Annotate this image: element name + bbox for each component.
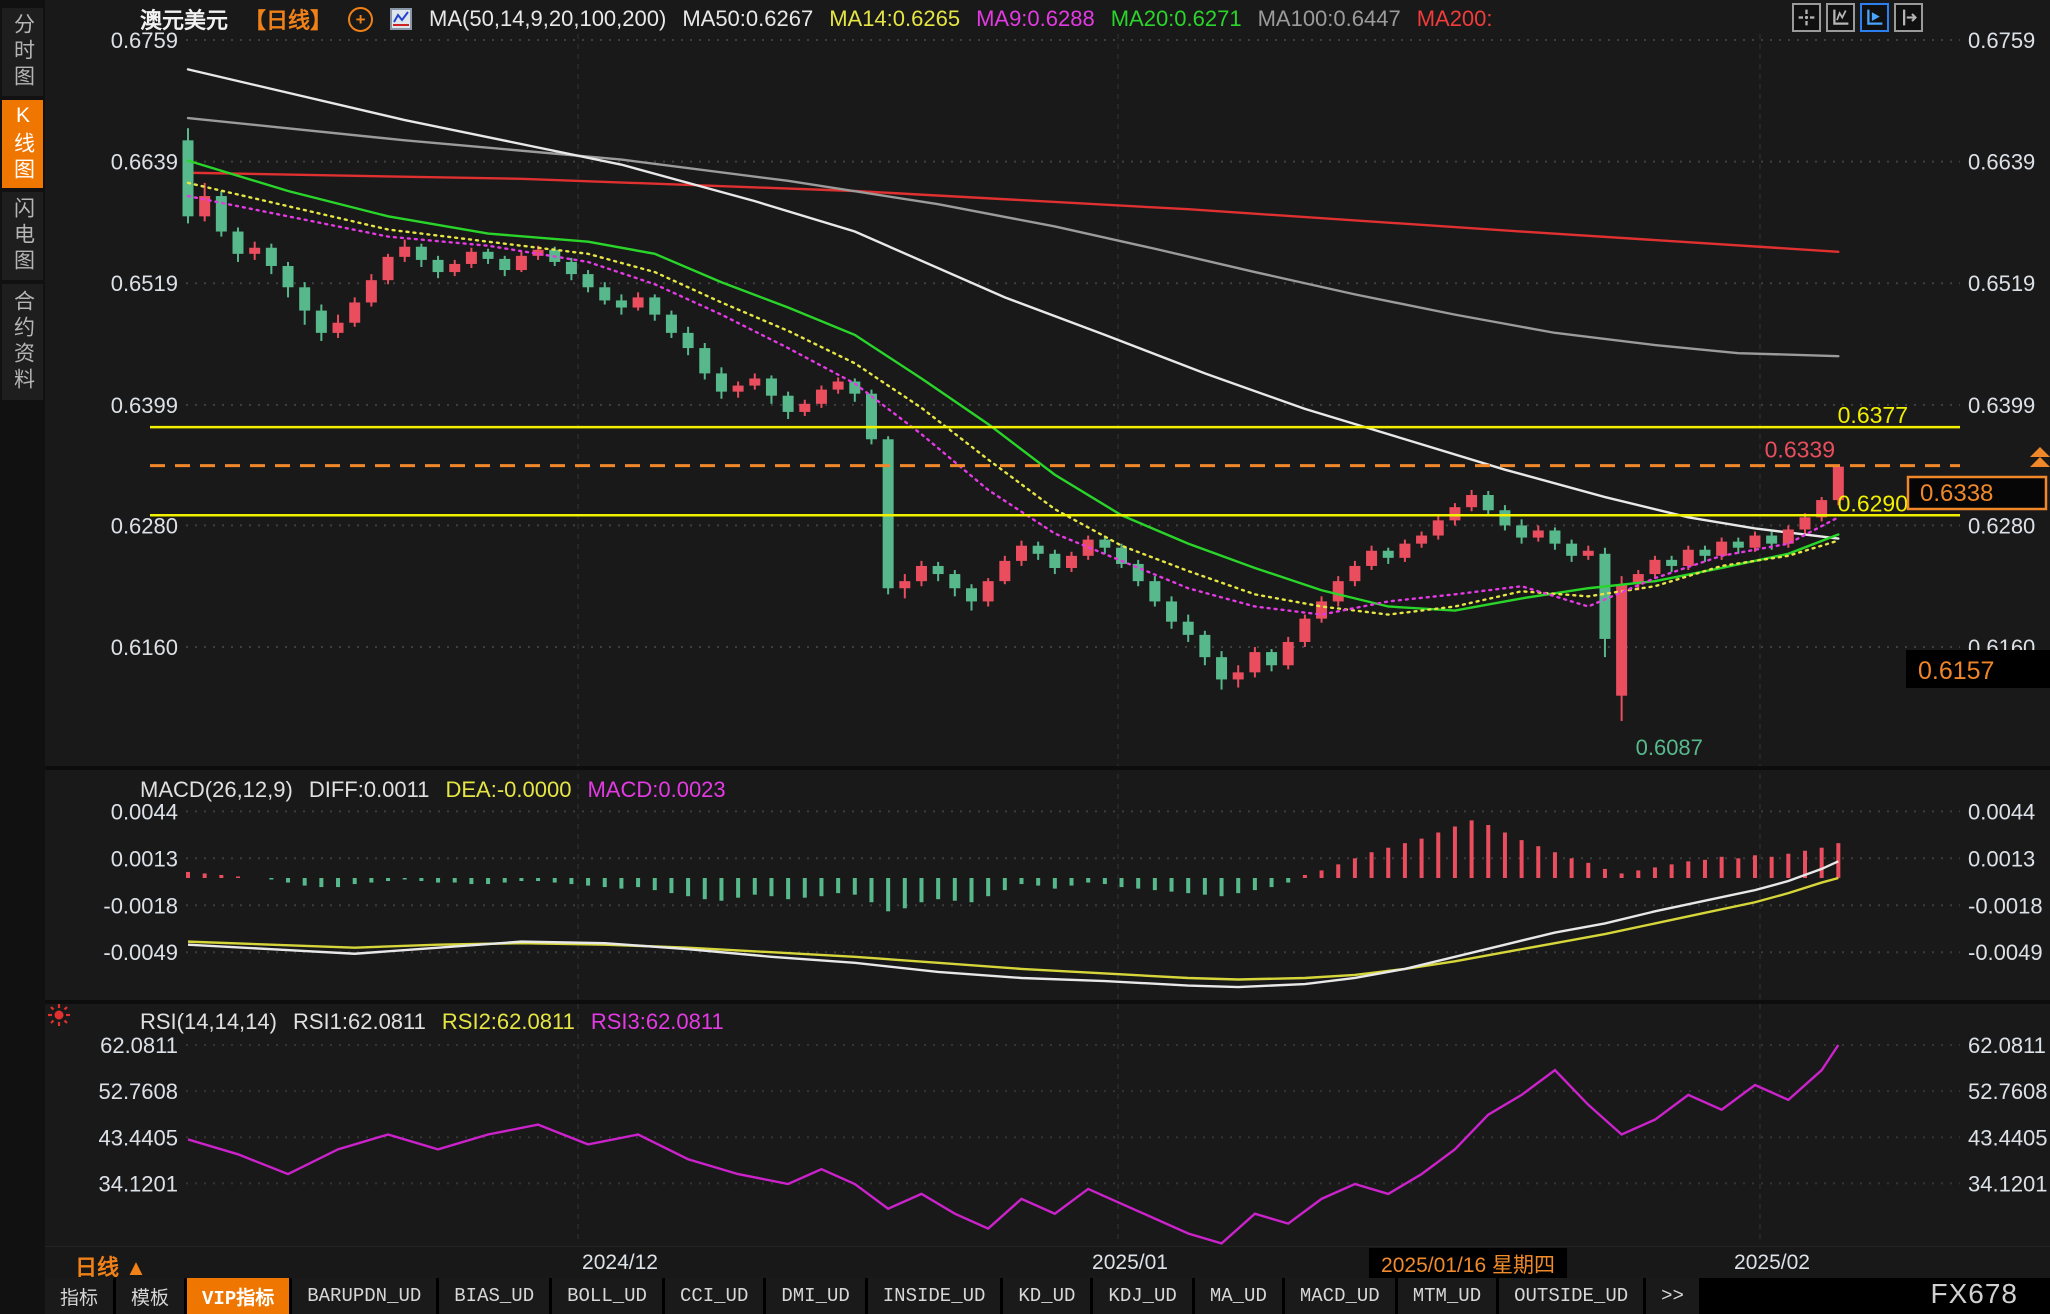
svg-text:0.6290: 0.6290	[1838, 490, 1908, 516]
tab-[interactable]: >>	[1646, 1278, 1699, 1314]
svg-text:43.4405: 43.4405	[1968, 1125, 2048, 1150]
tab-mtm_ud[interactable]: MTM_UD	[1398, 1278, 1496, 1314]
tab-bias_ud[interactable]: BIAS_UD	[439, 1278, 549, 1314]
sidebar-item-2[interactable]: K线图	[2, 100, 43, 188]
header-label: MACD:0.0023	[587, 777, 725, 803]
sidebar: 分时图K线图闪电图合约资料	[0, 0, 45, 1314]
tab-ma_ud[interactable]: MA_UD	[1195, 1278, 1282, 1314]
sidebar-item-3[interactable]: 闪电图	[2, 192, 43, 280]
crosshair-icon[interactable]	[1792, 3, 1821, 32]
svg-text:-0.0018: -0.0018	[103, 893, 178, 918]
date-label: 2024/12	[582, 1251, 658, 1275]
header-label: 澳元美元	[140, 3, 228, 35]
tab-[interactable]: 指标	[45, 1278, 113, 1314]
svg-text:0.0044: 0.0044	[1968, 799, 2035, 824]
sidebar-item-1[interactable]: 分时图	[2, 8, 43, 96]
header-label: DEA:-0.0000	[446, 777, 572, 803]
trading-app: 分时图K线图闪电图合约资料 0.67590.67590.66390.66390.…	[0, 0, 2050, 1314]
sidebar-item-4[interactable]: 合约资料	[2, 284, 43, 400]
svg-text:0.6639: 0.6639	[1968, 150, 2035, 175]
chart-thumbnail-icon	[389, 7, 413, 31]
timeline: 日线 ▲ 2024/122025/012025/01/16 星期四2025/02	[45, 1246, 2050, 1278]
svg-text:0.6157: 0.6157	[1918, 657, 1994, 685]
axis-zigzag-icon[interactable]	[1826, 3, 1855, 32]
svg-text:0.6087: 0.6087	[1636, 735, 1703, 760]
header-label: MA14:0.6265	[829, 6, 960, 32]
svg-text:-0.0049: -0.0049	[1968, 940, 2043, 965]
tab-dmi_ud[interactable]: DMI_UD	[766, 1278, 864, 1314]
header-label: MA20:0.6271	[1111, 6, 1242, 32]
svg-text:0.6759: 0.6759	[1968, 28, 2035, 53]
alarm-sun-icon[interactable]	[46, 1002, 72, 1033]
tab-[interactable]: 模板	[116, 1278, 184, 1314]
plus-circle-icon[interactable]: +	[348, 7, 373, 32]
tab-kd_ud[interactable]: KD_UD	[1003, 1278, 1090, 1314]
chevron-up-icon: ▲	[125, 1255, 147, 1280]
svg-text:-0.0049: -0.0049	[103, 940, 178, 965]
svg-text:0.6399: 0.6399	[1968, 393, 2035, 418]
svg-text:0.0044: 0.0044	[111, 799, 178, 824]
header-label: MA100:0.6447	[1258, 6, 1401, 32]
tab-barupdn_ud[interactable]: BARUPDN_UD	[292, 1278, 436, 1314]
macd-header: MACD(26,12,9) DIFF:0.0011 DEA:-0.0000 MACD:…	[140, 777, 726, 803]
header-label: RSI3:62.0811	[591, 1009, 724, 1035]
header-label: MA50:0.6267	[682, 6, 813, 32]
svg-text:34.1201: 34.1201	[1968, 1171, 2048, 1196]
tab-vip[interactable]: VIP指标	[187, 1278, 289, 1314]
svg-text:0.6519: 0.6519	[111, 271, 178, 296]
svg-text:34.1201: 34.1201	[98, 1171, 178, 1196]
svg-text:0.6399: 0.6399	[111, 393, 178, 418]
svg-text:0.6339: 0.6339	[1765, 437, 1835, 463]
svg-text:0.6377: 0.6377	[1838, 402, 1908, 428]
svg-text:0.6160: 0.6160	[111, 635, 178, 660]
svg-text:-0.0018: -0.0018	[1968, 893, 2043, 918]
main-header: 澳元美元【日线】 + MA(50,14,9,20,100,200) MA50:0.62…	[140, 3, 1493, 35]
rsi-header: RSI(14,14,14) RSI1:62.0811 RSI2:62.0811 RSI…	[140, 1009, 724, 1035]
svg-text:43.4405: 43.4405	[98, 1125, 178, 1150]
header-label: MA9:0.6288	[976, 6, 1095, 32]
header-label: RSI(14,14,14)	[140, 1009, 277, 1035]
chart-canvas[interactable]: 0.67590.67590.66390.66390.65190.65190.63…	[45, 0, 2050, 1246]
svg-text:0.0013: 0.0013	[111, 846, 178, 871]
svg-text:0.0013: 0.0013	[1968, 846, 2035, 871]
selected-date-label: 2025/01/16 星期四	[1369, 1248, 1567, 1280]
date-label: 2025/02	[1734, 1251, 1810, 1275]
chart-toolbar	[1792, 3, 1923, 32]
header-label: 【日线】	[244, 3, 332, 35]
header-label: MA(50,14,9,20,100,200)	[429, 6, 666, 32]
svg-text:52.7608: 52.7608	[1968, 1079, 2048, 1104]
header-label: RSI2:62.0811	[442, 1009, 575, 1035]
indicator-tabbar: 指标模板VIP指标BARUPDN_UDBIAS_UDBOLL_UDCCI_UDD…	[45, 1278, 2050, 1314]
header-label: MACD(26,12,9)	[140, 777, 293, 803]
header-label: MA200:	[1417, 6, 1493, 32]
tab-macd_ud[interactable]: MACD_UD	[1285, 1278, 1395, 1314]
tab-outside_ud[interactable]: OUTSIDE_UD	[1499, 1278, 1643, 1314]
svg-text:0.6519: 0.6519	[1968, 271, 2035, 296]
svg-text:62.0811: 62.0811	[1968, 1033, 2046, 1058]
auto-scroll-icon[interactable]	[1860, 3, 1889, 32]
header-label: RSI1:62.0811	[293, 1009, 426, 1035]
svg-text:52.7608: 52.7608	[98, 1079, 178, 1104]
svg-text:0.6280: 0.6280	[111, 513, 178, 538]
svg-text:0.6280: 0.6280	[1968, 513, 2035, 538]
date-label: 2025/01	[1092, 1251, 1168, 1275]
tab-inside_ud[interactable]: INSIDE_UD	[868, 1278, 1001, 1314]
svg-text:0.6639: 0.6639	[111, 150, 178, 175]
watermark: FX678	[1931, 1278, 2019, 1310]
header-label: DIFF:0.0011	[309, 777, 430, 803]
svg-text:0.6338: 0.6338	[1920, 480, 1993, 507]
tab-cci_ud[interactable]: CCI_UD	[665, 1278, 763, 1314]
shift-right-icon[interactable]	[1894, 3, 1923, 32]
svg-text:62.0811: 62.0811	[100, 1033, 178, 1058]
tab-kdj_ud[interactable]: KDJ_UD	[1093, 1278, 1191, 1314]
tab-boll_ud[interactable]: BOLL_UD	[552, 1278, 662, 1314]
